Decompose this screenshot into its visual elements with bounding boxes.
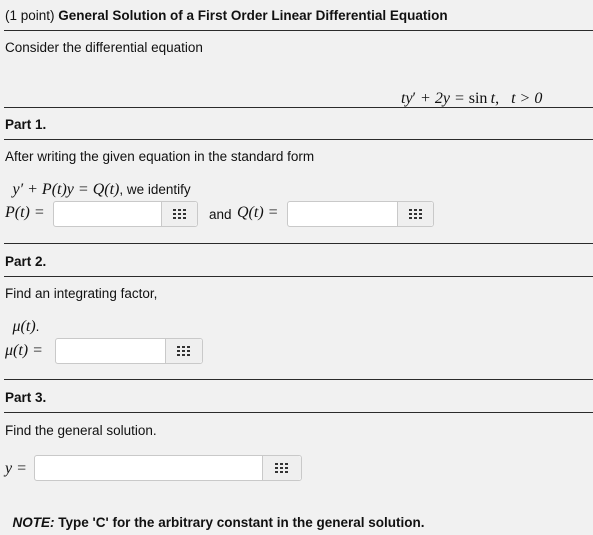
note: NOTE: Type 'C' for the arbitrary constan… [5,500,425,530]
grid-icon [172,208,186,219]
q-input-field [287,201,434,227]
std-form-math: y′ + P(t)y = Q(t) [12,181,120,198]
divider [4,139,593,140]
part1-std-form: y′ + P(t)y = Q(t), we identify [5,166,191,199]
grid-icon [177,345,190,356]
part3-text: Find the general solution. [5,423,157,438]
y-input[interactable] [35,456,263,480]
p-input[interactable] [54,202,162,226]
y-label: y = [5,460,27,477]
eq-rest: + 2y = [416,90,469,107]
eq-condition: t > 0 [511,90,543,107]
std-form-tail: , we identify [119,182,191,197]
part2-heading: Part 2. [5,254,47,269]
mu-equation-editor-button[interactable] [165,339,202,363]
divider [4,30,593,31]
part2-mu: μ(t). [5,303,40,336]
intro-text: Consider the differential equation [5,40,203,55]
q-equation-editor-button[interactable] [397,202,433,226]
eq-sep: , [495,90,500,107]
part3-heading: Part 3. [5,390,47,405]
divider [4,276,593,277]
differential-equation: ty′ + 2y = sin t, t > 0 [393,72,542,108]
divider [4,379,593,380]
part2-text: Find an integrating factor, [5,286,158,301]
problem-title: General Solution of a First Order Linear… [58,8,448,23]
mu-dot: . [35,319,40,334]
grid-icon [408,208,422,219]
y-input-field [34,455,302,481]
part1-text: After writing the given equation in the … [5,149,315,164]
divider [4,107,593,108]
part1-heading: Part 1. [5,117,47,132]
mu-input-field [55,338,203,364]
eq-ty: ty [401,90,413,107]
grid-icon [275,462,288,473]
y-equation-editor-button[interactable] [262,456,301,480]
mu-input[interactable] [56,339,166,363]
p-equation-editor-button[interactable] [161,202,197,226]
q-label: Q(t) = [237,204,279,221]
and-text: and [209,207,232,222]
note-prefix: NOTE: [12,515,55,530]
note-text: Type 'C' for the arbitrary constant in t… [54,515,425,530]
points-label: (1 point) [5,8,55,23]
mu-label: μ(t) = [5,342,43,359]
eq-sin: sin [468,90,488,107]
q-input[interactable] [288,202,398,226]
p-label: P(t) = [5,204,45,221]
divider [4,243,593,244]
mu-math: μ(t) [12,318,36,335]
problem-header: (1 point) General Solution of a First Or… [5,8,448,23]
divider [4,412,593,413]
p-input-field [53,201,198,227]
